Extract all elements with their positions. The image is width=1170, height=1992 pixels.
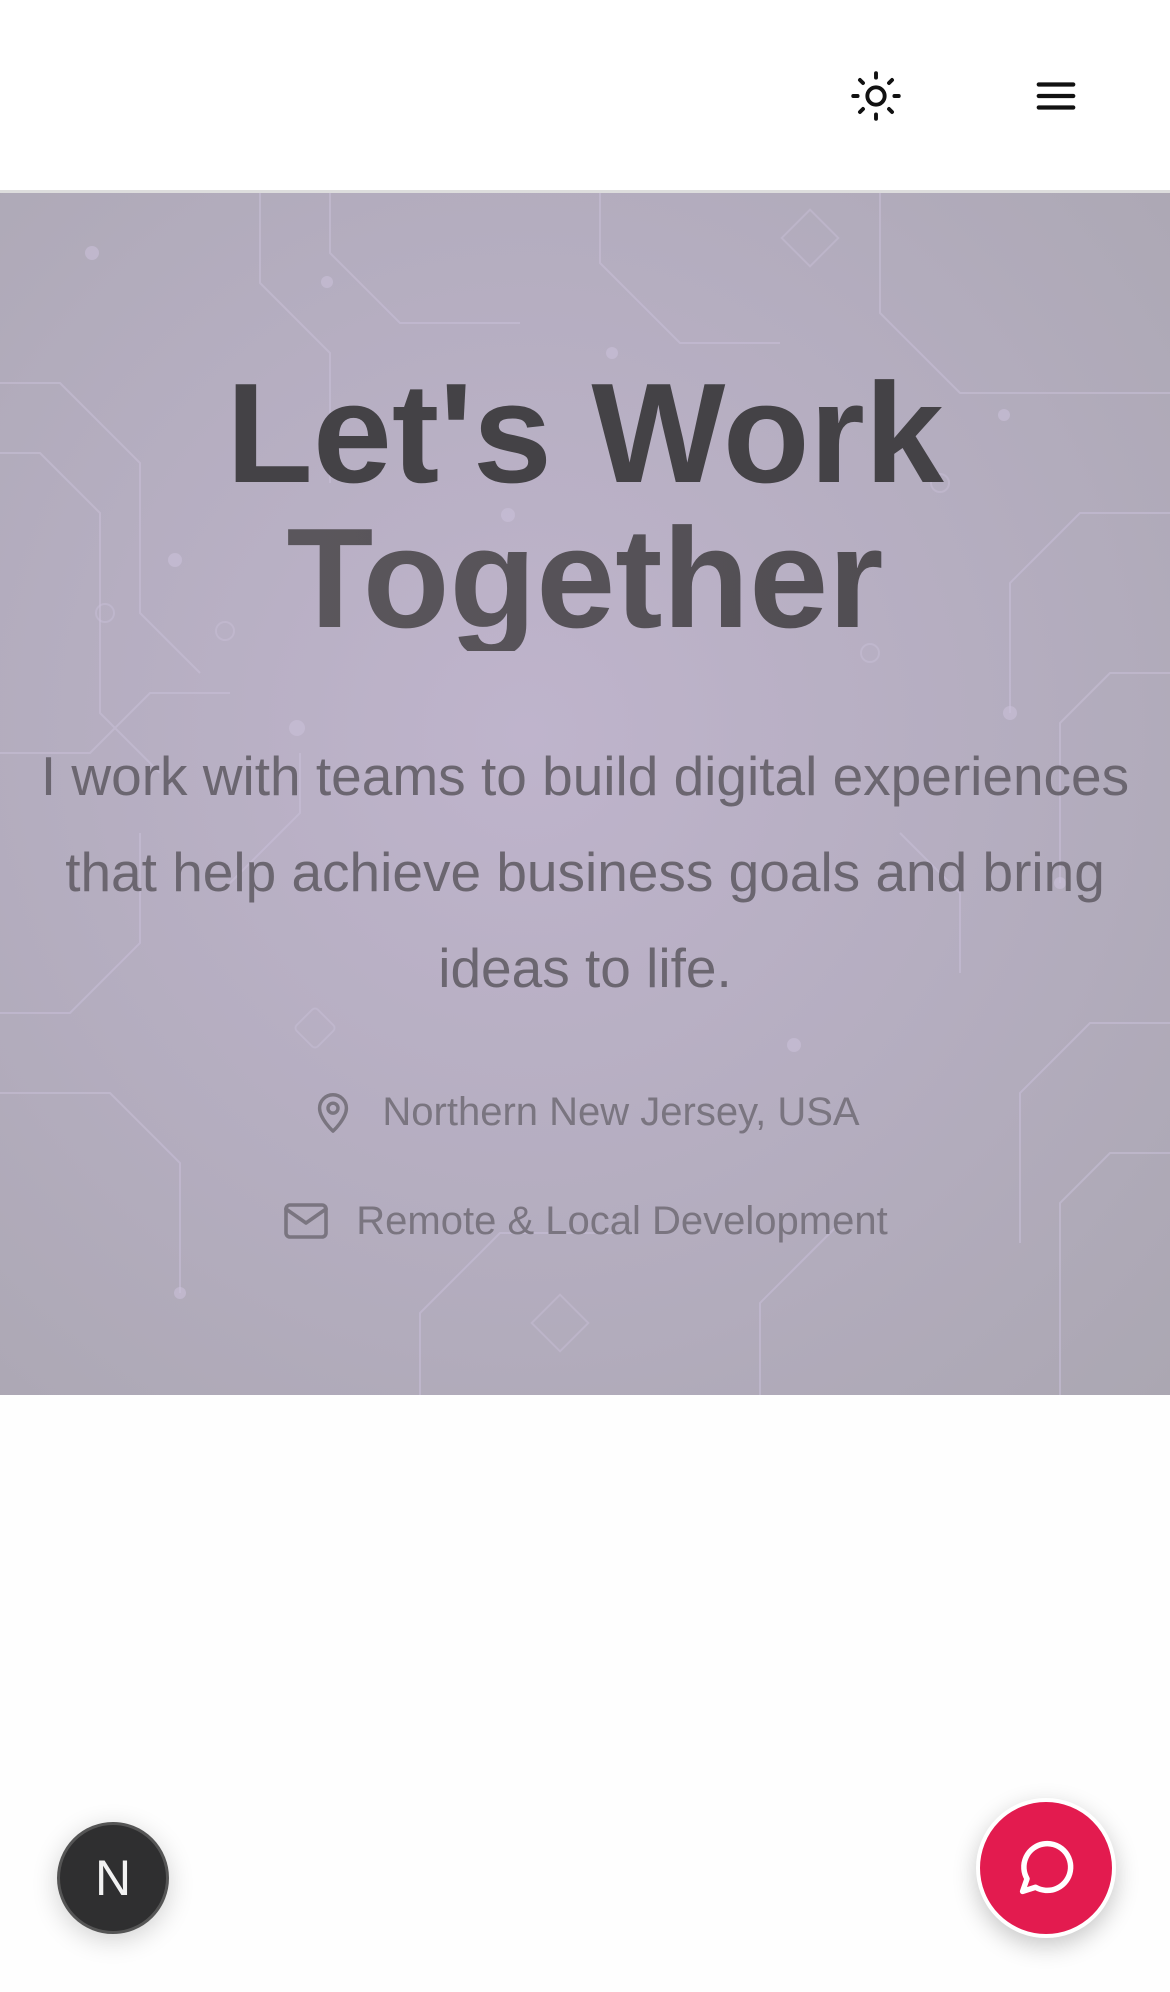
- menu-button[interactable]: [1021, 61, 1091, 131]
- mail-icon: [282, 1201, 330, 1241]
- dev-tools-badge-button[interactable]: N: [57, 1822, 169, 1934]
- dev-badge-label: N: [94, 1850, 132, 1906]
- map-pin-icon: [310, 1087, 356, 1137]
- hero-title-line2: Together: [0, 506, 1170, 651]
- location-row: Northern New Jersey, USA: [0, 1076, 1170, 1148]
- availability-text: Remote & Local Development: [356, 1198, 888, 1243]
- site-header: [0, 0, 1170, 193]
- hero-title-line1: Let's Work: [226, 354, 944, 513]
- hero-subtitle: I work with teams to build digital exper…: [40, 745, 1130, 999]
- hamburger-menu-icon: [1036, 82, 1076, 110]
- theme-toggle-button[interactable]: [841, 61, 911, 131]
- chat-bubble-icon: [1019, 1840, 1074, 1895]
- location-text: Northern New Jersey, USA: [382, 1089, 860, 1134]
- chat-button[interactable]: [976, 1798, 1116, 1938]
- sun-icon: [851, 71, 901, 121]
- availability-row: Remote & Local Development: [0, 1185, 1170, 1257]
- hero-section: Let's Work Together I work with teams to…: [0, 193, 1170, 1395]
